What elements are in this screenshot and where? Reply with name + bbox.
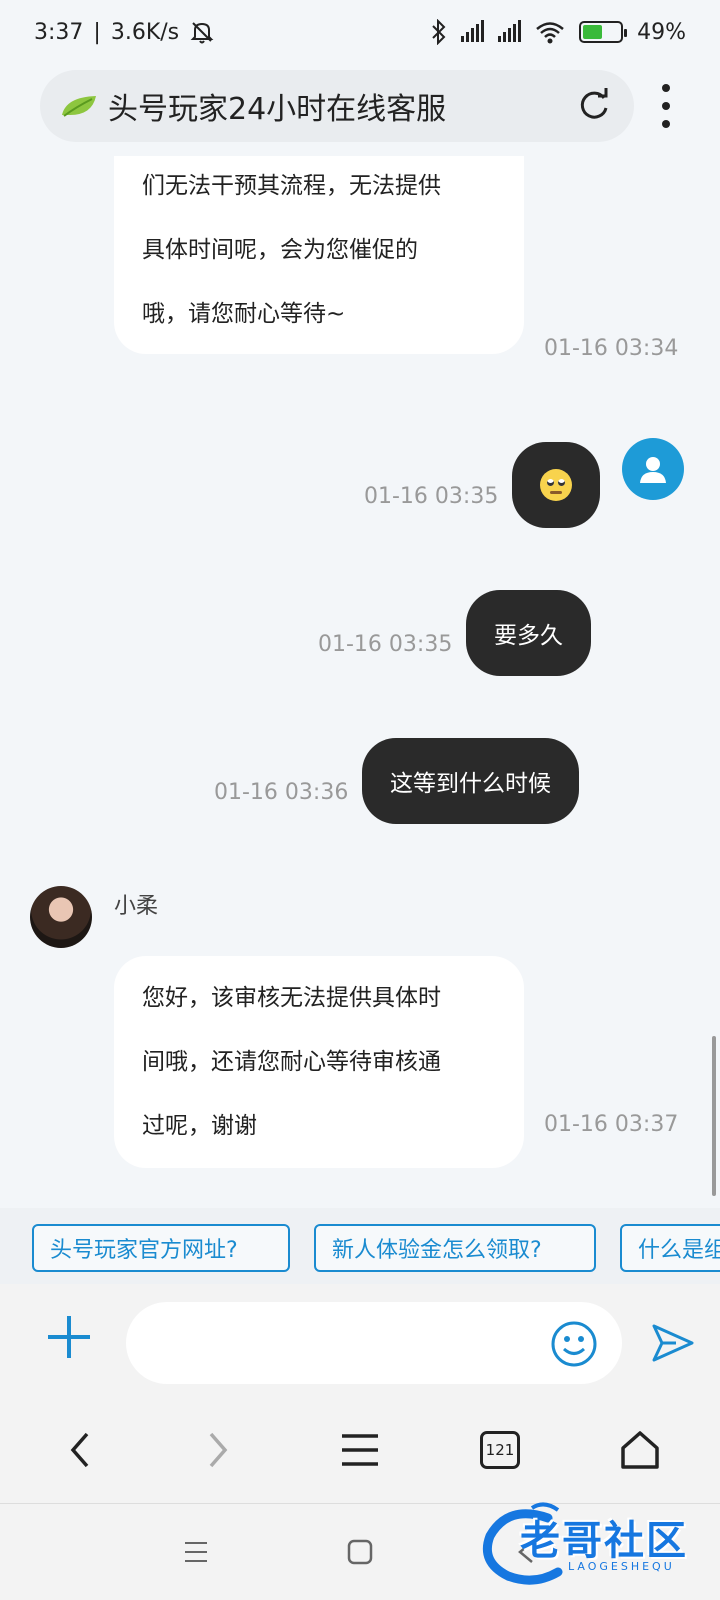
message-line: 您好，该审核无法提供具体时 [142,985,441,1011]
network-speed: 3.6K/s [110,19,180,45]
message-timestamp: 01-16 03:37 [544,1112,679,1137]
chevron-left-icon [70,1432,89,1468]
recents-icon [185,1542,207,1562]
user-avatar[interactable] [622,438,684,500]
signal-hd-icon [461,20,485,42]
address-bar[interactable]: 头号玩家24小时在线客服 [40,70,634,142]
message-timestamp: 01-16 03:35 [318,632,453,657]
message-line: 间哦，还请您耐心等待审核通 [142,1049,441,1075]
message-line: 哦，请您耐心等待~ [142,301,346,327]
quick-reply-button[interactable]: 头号玩家官方网址? [32,1224,290,1272]
agent-name: 小柔 [114,894,159,919]
battery-level: 49% [637,19,686,45]
watermark-subtitle: LAOGESHEQU [568,1560,675,1573]
message-text: 要多久 [494,623,563,649]
agent-message-bubble: 们无法干预其流程，无法提供 具体时间呢，会为您催促的 哦，请您耐心等待~ [114,156,524,354]
quick-reply-button[interactable]: 新人体验金怎么领取? [314,1224,596,1272]
status-time: 3:37 [34,19,84,45]
tabs-button[interactable]: 121 [474,1424,526,1476]
recents-button[interactable] [176,1532,216,1572]
agent-avatar[interactable] [30,886,92,948]
hamburger-icon [342,1434,378,1466]
watermark-title: 老哥社区 [520,1518,688,1564]
message-input[interactable] [126,1302,622,1384]
chat-scrollbar[interactable] [712,1036,716,1196]
message-timestamp: 01-16 03:35 [364,484,499,509]
menu-button[interactable] [334,1424,386,1476]
quick-reply-bar[interactable]: 头号玩家官方网址? 新人体验金怎么领取? 什么是组 [0,1208,720,1284]
status-bar: 3:37 | 3.6K/s 49% [0,0,720,64]
chevron-right-icon [209,1432,228,1468]
home-button[interactable] [614,1424,666,1476]
bluetooth-icon [432,19,446,45]
home-nav-button[interactable] [340,1532,380,1572]
leaf-icon [62,96,96,117]
status-left: 3:37 | 3.6K/s [34,19,215,45]
person-icon [640,457,666,483]
signal-hd-icon [498,20,522,42]
agent-message-bubble: 您好，该审核无法提供具体时 间哦，还请您耐心等待审核通 过呢，谢谢 [114,956,524,1168]
message-line: 具体时间呢，会为您催促的 [142,237,418,263]
status-right: 49% [431,19,686,45]
refresh-icon[interactable] [574,86,614,126]
forward-button[interactable] [192,1424,244,1476]
eye-roll-emoji-icon [540,469,572,501]
chat-area[interactable]: 们无法干预其流程，无法提供 具体时间呢，会为您催促的 哦，请您耐心等待~ 01-… [0,156,720,1208]
square-icon [347,1539,373,1565]
quick-reply-button[interactable]: 什么是组 [620,1224,720,1272]
page-title: 头号玩家24小时在线客服 [108,92,447,127]
mute-icon [190,22,214,44]
send-icon[interactable] [650,1320,696,1366]
user-message-bubble: 这等到什么时候 [362,738,579,824]
message-line: 过呢，谢谢 [142,1113,257,1139]
user-message-bubble: 要多久 [466,590,591,676]
home-icon [621,1431,659,1469]
message-timestamp: 01-16 03:34 [544,336,679,361]
message-line: 们无法干预其流程，无法提供 [142,173,441,199]
battery-charging-icon [579,21,628,43]
message-input-area [0,1284,720,1396]
message-text: 这等到什么时候 [390,771,551,797]
emoji-icon[interactable] [550,1320,598,1368]
browser-toolbar: 121 [0,1396,720,1504]
plus-icon[interactable] [46,1314,92,1360]
status-divider: | [93,19,101,45]
tab-count: 121 [480,1431,520,1469]
wifi-icon [536,22,564,44]
more-menu-icon[interactable] [656,84,676,128]
back-button[interactable] [54,1424,106,1476]
message-timestamp: 01-16 03:36 [214,780,349,805]
user-message-bubble [512,442,600,528]
watermark-logo: 老哥社区 LAOGESHEQU [478,1500,712,1586]
